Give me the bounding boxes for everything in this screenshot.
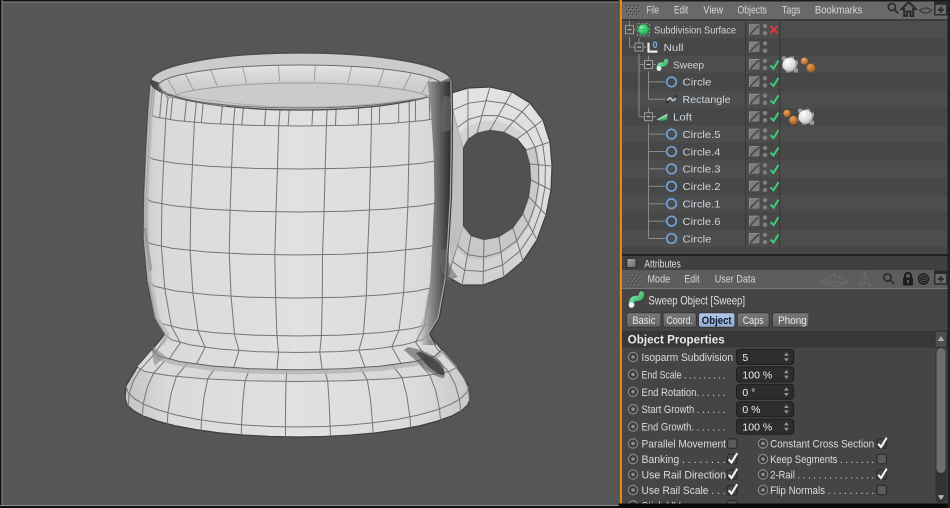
svg-text:Use Rail Scale . . .: Use Rail Scale . . . <box>642 485 726 497</box>
svg-text:Sweep: Sweep <box>673 59 704 71</box>
svg-text:Loft: Loft <box>673 112 692 124</box>
svg-text:2-Rail . . . . . . . . . . . .: 2-Rail . . . . . . . . . . . . . . . <box>770 470 874 482</box>
svg-text:Sweep Object [Sweep]: Sweep Object [Sweep] <box>648 294 745 308</box>
svg-text:Flip Normals . . . . . . . . .: Flip Normals . . . . . . . . . <box>770 485 874 497</box>
svg-text:0: 0 <box>652 40 657 50</box>
svg-text:Keep Segments . . . . . . .: Keep Segments . . . . . . . <box>770 454 874 466</box>
svg-text:End Rotation. . . . . .: End Rotation. . . . . . <box>642 387 726 399</box>
svg-text:0 %: 0 % <box>742 404 760 416</box>
svg-text:Use Rail Direction: Use Rail Direction <box>642 470 727 482</box>
svg-text:Edit: Edit <box>684 274 699 286</box>
svg-text:Phong: Phong <box>778 315 807 327</box>
svg-text:Caps: Caps <box>743 315 764 327</box>
svg-text:Object Properties: Object Properties <box>628 335 725 347</box>
svg-text:Coord.: Coord. <box>666 315 693 327</box>
svg-text:5: 5 <box>742 352 748 364</box>
svg-text:End Scale . . . . . . . . .: End Scale . . . . . . . . . <box>642 369 726 381</box>
svg-text:User Data: User Data <box>715 274 757 286</box>
svg-text:Parallel Movement: Parallel Movement <box>642 439 727 451</box>
svg-text:File: File <box>647 5 660 17</box>
svg-text:Subdivision Surface: Subdivision Surface <box>654 25 736 37</box>
svg-text:Object: Object <box>702 315 732 327</box>
svg-text:100 %: 100 % <box>742 369 772 381</box>
svg-text:0 °: 0 ° <box>742 387 755 399</box>
svg-text:Banking . . . . . . . .: Banking . . . . . . . . <box>642 454 726 466</box>
svg-text:Circle: Circle <box>683 233 712 245</box>
svg-text:Mode: Mode <box>648 274 671 286</box>
svg-text:Rectangle: Rectangle <box>683 94 731 106</box>
svg-text:Attributes: Attributes <box>644 259 681 271</box>
svg-text:Constant Cross Section: Constant Cross Section <box>770 439 874 451</box>
svg-text:Circle.4: Circle.4 <box>683 146 721 158</box>
svg-text:Isoparm Subdivision: Isoparm Subdivision <box>642 352 734 364</box>
svg-text:Circle.2: Circle.2 <box>683 181 721 193</box>
svg-text:Start Growth . . . . . .: Start Growth . . . . . . <box>642 404 726 416</box>
svg-text:Null: Null <box>664 42 684 54</box>
svg-text:Circle.3: Circle.3 <box>683 164 721 176</box>
svg-text:Basic: Basic <box>632 315 656 327</box>
svg-text:Circle: Circle <box>683 77 712 89</box>
svg-text:End Growth. . . . . . .: End Growth. . . . . . . <box>642 422 726 434</box>
svg-text:View: View <box>703 5 723 17</box>
svg-text:Circle.6: Circle.6 <box>683 216 721 228</box>
svg-text:100 %: 100 % <box>742 422 772 434</box>
svg-text:Circle.5: Circle.5 <box>683 129 721 141</box>
svg-text:Tags: Tags <box>782 5 801 17</box>
svg-text:Circle.1: Circle.1 <box>683 199 721 211</box>
svg-text:Bookmarks: Bookmarks <box>815 5 863 17</box>
svg-text:Objects: Objects <box>738 5 768 17</box>
svg-text:Edit: Edit <box>674 5 688 17</box>
